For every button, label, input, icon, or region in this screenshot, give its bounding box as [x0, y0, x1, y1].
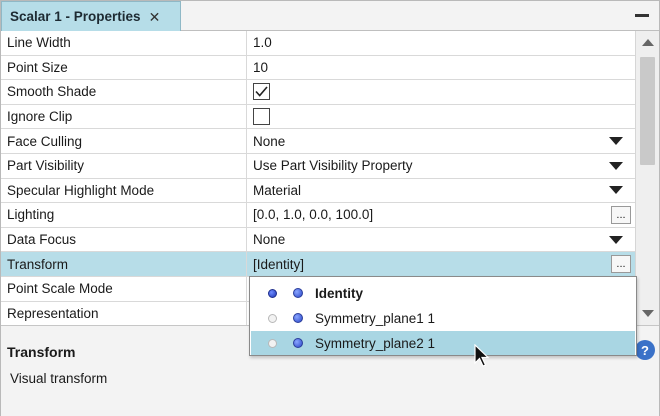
property-value-text: [Identity]	[253, 256, 305, 272]
property-name: Part Visibility	[1, 154, 247, 178]
property-row[interactable]: Smooth Shade	[1, 80, 635, 105]
transform-dot-icon	[293, 338, 303, 348]
help-icon[interactable]: ?	[635, 340, 655, 360]
ellipsis-button[interactable]: ...	[611, 255, 631, 274]
minimize-icon[interactable]	[635, 14, 649, 17]
dropdown-option[interactable]: Symmetry_plane2 1	[251, 331, 635, 355]
property-value-text: 1.0	[253, 35, 272, 51]
property-row[interactable]: Lighting [0.0, 1.0, 0.0, 100.0]...	[1, 203, 635, 228]
mouse-cursor-icon	[474, 344, 490, 367]
property-value[interactable]: Material	[248, 179, 635, 203]
property-row[interactable]: Transform [Identity]...	[1, 252, 635, 277]
property-name: Lighting	[1, 203, 247, 227]
tab-scalar-properties[interactable]: Scalar 1 - Properties ✕	[1, 1, 181, 31]
property-value-text: None	[253, 232, 286, 248]
ellipsis-button[interactable]: ...	[611, 206, 631, 225]
checkbox-unchecked[interactable]	[253, 108, 270, 126]
property-name: Transform	[1, 252, 247, 276]
dropdown-option-label: Identity	[315, 285, 364, 301]
property-row[interactable]: Face Culling None	[1, 129, 635, 154]
property-row[interactable]: Line Width 1.0	[1, 31, 635, 56]
scroll-down-arrow-icon[interactable]	[642, 310, 654, 317]
property-value[interactable]	[248, 80, 635, 104]
transform-dropdown-list: Identity Symmetry_plane1 1 Symmetry_plane2…	[249, 276, 637, 356]
description-title: Transform	[7, 344, 76, 360]
dropdown-option-label: Symmetry_plane2 1	[315, 335, 436, 351]
property-name: Specular Highlight Mode	[1, 178, 247, 203]
property-row[interactable]: Data Focus None	[1, 227, 635, 253]
property-name: Ignore Clip	[1, 104, 247, 129]
property-row[interactable]: Ignore Clip	[1, 104, 635, 130]
dropdown-arrow-icon[interactable]	[609, 186, 623, 195]
property-name: Representation	[1, 301, 247, 325]
properties-panel: Scalar 1 - Properties ✕ Line Width 1.0 Poi…	[0, 0, 660, 416]
property-name: Data Focus	[1, 227, 247, 252]
transform-dot-icon	[293, 313, 303, 323]
property-name: Smooth Shade	[1, 80, 247, 104]
tab-title: Scalar 1 - Properties	[10, 9, 141, 24]
property-row[interactable]: Part Visibility Use Part Visibility Prope…	[1, 154, 635, 179]
dropdown-option-label: Symmetry_plane1 1	[315, 310, 436, 326]
visibility-dot-icon	[268, 313, 277, 323]
property-value[interactable]: [0.0, 1.0, 0.0, 100.0]...	[248, 203, 635, 227]
property-value[interactable]: 1.0	[248, 31, 635, 55]
property-name: Face Culling	[1, 129, 247, 153]
checkbox-checked[interactable]	[253, 83, 270, 101]
visibility-dot-icon	[268, 288, 277, 298]
dropdown-option[interactable]: Identity	[251, 281, 635, 305]
property-value-text: Use Part Visibility Property	[253, 158, 413, 174]
property-value[interactable]: 10	[248, 56, 635, 80]
checkmark-icon	[255, 86, 268, 98]
transform-dot-icon	[293, 288, 303, 298]
property-name: Line Width	[1, 31, 247, 55]
vertical-scrollbar[interactable]	[635, 31, 659, 325]
property-value-text: 10	[253, 59, 269, 75]
visibility-dot-icon	[268, 338, 277, 348]
property-name: Point Scale Mode	[1, 277, 247, 301]
property-value-text: None	[253, 133, 286, 149]
property-value[interactable]: [Identity]...	[248, 252, 635, 276]
property-value-text: Material	[253, 182, 302, 198]
scroll-up-arrow-icon[interactable]	[642, 39, 654, 46]
property-name: Point Size	[1, 55, 247, 80]
property-value[interactable]	[248, 105, 635, 129]
property-value[interactable]: None	[248, 129, 635, 153]
scrollbar-thumb[interactable]	[640, 57, 655, 165]
property-row[interactable]: Point Size 10	[1, 55, 635, 81]
description-text: Visual transform	[10, 371, 108, 386]
dropdown-arrow-icon[interactable]	[609, 235, 623, 244]
property-value[interactable]: Use Part Visibility Property	[248, 154, 635, 178]
property-value[interactable]: None	[248, 228, 635, 252]
tab-bar: Scalar 1 - Properties ✕	[1, 1, 659, 31]
dropdown-arrow-icon[interactable]	[609, 137, 623, 146]
property-row[interactable]: Specular Highlight Mode Material	[1, 178, 635, 204]
dropdown-option[interactable]: Symmetry_plane1 1	[251, 306, 635, 330]
dropdown-arrow-icon[interactable]	[609, 161, 623, 170]
property-value-text: [0.0, 1.0, 0.0, 100.0]	[253, 207, 374, 223]
close-icon[interactable]: ✕	[149, 10, 161, 24]
